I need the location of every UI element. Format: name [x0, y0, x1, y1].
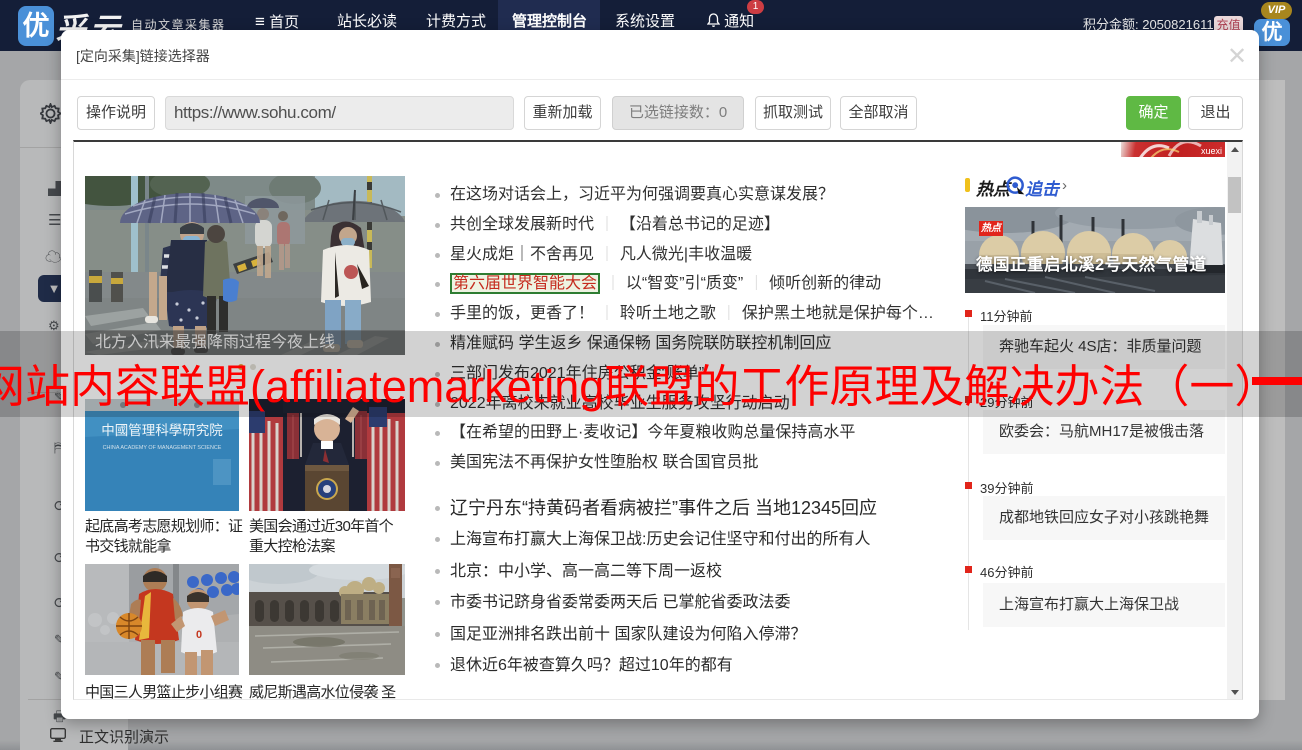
svg-text:0: 0	[196, 629, 202, 641]
svg-text:中國管理科學研究院: 中國管理科學研究院	[101, 423, 223, 438]
svg-text:CHINA ACADEMY OF MANAGEMENT SC: CHINA ACADEMY OF MANAGEMENT SCIENCE	[103, 445, 222, 451]
